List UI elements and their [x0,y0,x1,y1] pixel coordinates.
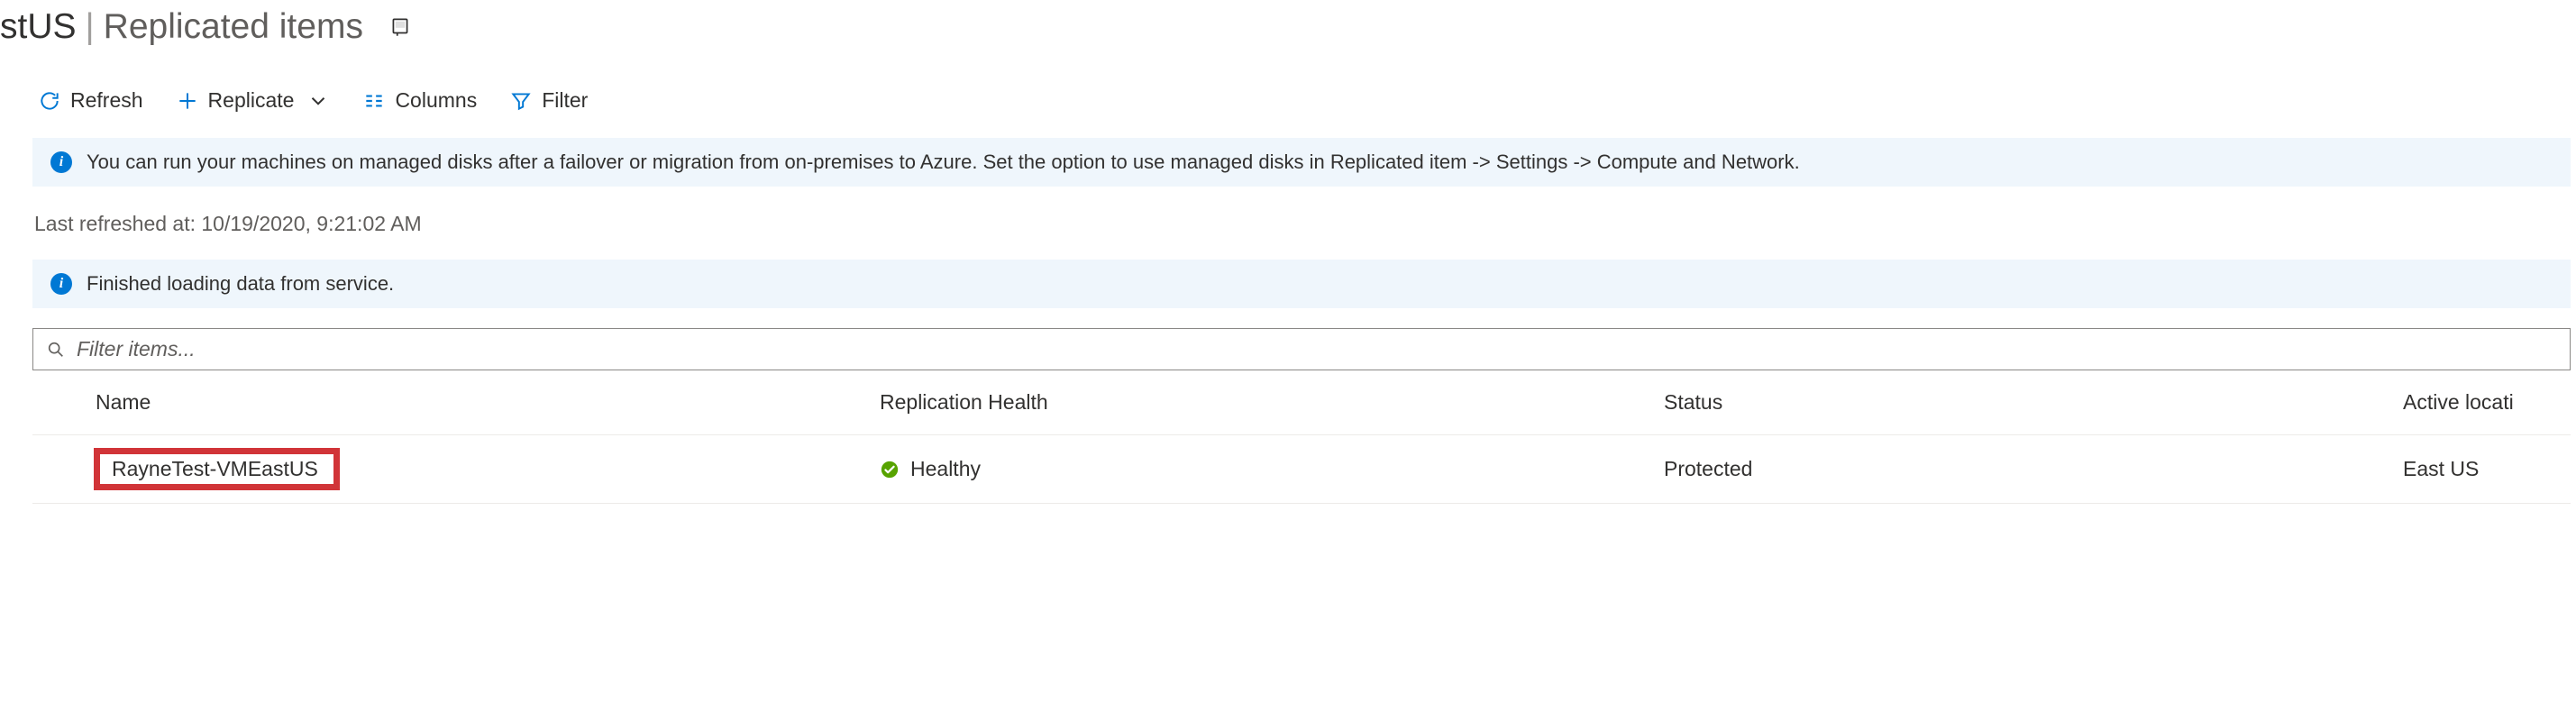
table-row[interactable]: RayneTest-VMEastUS Healthy Protected Eas… [32,435,2571,504]
filter-items-container[interactable] [32,328,2571,370]
cell-health: Healthy [880,457,1664,481]
pin-icon[interactable] [388,15,412,39]
columns-button[interactable]: Columns [359,87,480,114]
col-header-location[interactable]: Active locati [2403,390,2571,415]
refresh-icon [38,89,61,113]
col-header-health[interactable]: Replication Health [880,390,1664,415]
info-icon: i [50,151,72,173]
info-banner-loaded-text: Finished loading data from service. [87,272,394,296]
replicate-button[interactable]: Replicate [172,87,334,114]
refresh-button[interactable]: Refresh [34,87,147,114]
last-refreshed-value: 10/19/2020, 9:21:02 AM [201,212,421,235]
toolbar: Refresh Replicate Columns [27,78,2576,131]
filter-button[interactable]: Filter [506,87,591,114]
filter-label: Filter [542,88,588,113]
replicated-items-table: Name Replication Health Status Active lo… [32,370,2571,504]
columns-icon [362,89,386,113]
plus-icon [176,89,199,113]
page-header: stUS | Replicated items [0,0,2576,56]
content-area: Refresh Replicate Columns [0,56,2576,504]
cell-status: Protected [1664,457,2403,481]
vm-name: RayneTest-VMEastUS [112,457,318,480]
last-refreshed: Last refreshed at: 10/19/2020, 9:21:02 A… [27,206,2576,252]
healthy-icon [880,460,900,479]
health-text: Healthy [910,457,981,481]
info-banner-text: You can run your machines on managed dis… [87,151,1800,174]
breadcrumb-prefix: stUS [0,7,77,47]
col-header-status[interactable]: Status [1664,390,2403,415]
info-icon: i [50,273,72,295]
last-refreshed-label: Last refreshed at: [34,212,196,235]
cell-name[interactable]: RayneTest-VMEastUS [96,450,880,488]
cell-location: East US [2403,457,2571,481]
page-title: Replicated items [104,7,363,47]
filter-items-input[interactable] [75,336,2557,362]
columns-label: Columns [395,88,477,113]
info-banner-managed-disks: i You can run your machines on managed d… [32,138,2571,187]
filter-icon [509,89,533,113]
chevron-down-icon [306,89,330,113]
table-header: Name Replication Health Status Active lo… [32,370,2571,435]
refresh-label: Refresh [70,88,143,113]
breadcrumb-divider: | [86,7,95,47]
search-icon [46,340,66,360]
col-header-name[interactable]: Name [96,390,880,415]
info-banner-loaded: i Finished loading data from service. [32,260,2571,308]
replicate-label: Replicate [208,88,295,113]
highlighted-name: RayneTest-VMEastUS [96,450,338,488]
